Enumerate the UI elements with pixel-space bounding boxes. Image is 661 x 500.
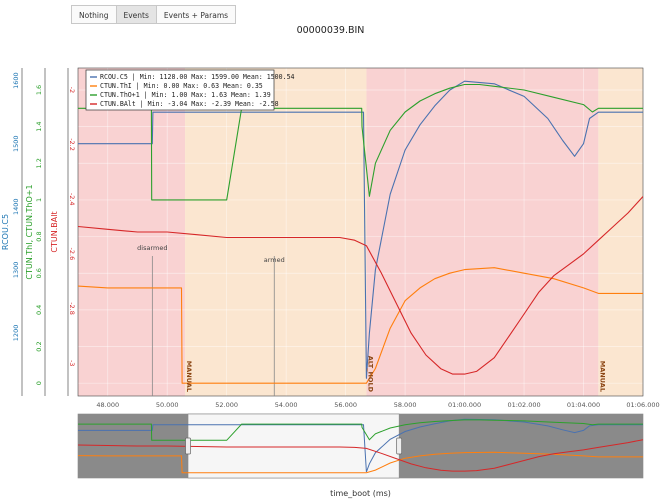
y-tick-label-rcou-4: 1600 [12, 72, 20, 89]
x-tick-label-5: 58.000 [394, 401, 417, 409]
y-tick-label-alt-3: -2.6 [68, 248, 76, 261]
y-tick-label-thr-2: 0.4 [35, 305, 43, 315]
y-tick-label-thr-5: 1 [35, 198, 43, 202]
mode-marker-0: MANUAL [185, 361, 193, 392]
y-tick-label-thr-6: 1.2 [35, 158, 43, 168]
y-tick-label-thr-4: 0.8 [35, 231, 43, 241]
legend-entry-2: CTUN.ThO+1 | Min: 1.00 Max: 1.63 Mean: 1… [100, 91, 271, 99]
y-tick-label-thr-0: 0 [35, 381, 43, 385]
y-tick-label-thr-8: 1.6 [35, 85, 43, 95]
y-axis-rcou: 1200 1300 1400 1500 1600 RCOU.C5 [1, 68, 23, 396]
legend: RCOU.C5 | Min: 1128.00 Max: 1599.00 Mean… [85, 69, 295, 111]
x-axis-title: time_boot (ms) [330, 489, 391, 498]
range-handle-right[interactable] [396, 437, 403, 455]
x-tick-label-3: 54.000 [275, 401, 298, 409]
legend-entry-3: CTUN.BAlt | Min: -3.04 Max: -2.39 Mean: … [100, 100, 279, 108]
y-tick-label-rcou-1: 1300 [12, 262, 20, 279]
y-axis-title-thr: CTUN.ThI, CTUN.ThO+1 [25, 184, 34, 279]
y-axis-title-rcou: RCOU.C5 [1, 214, 10, 250]
x-tick-label-9: 01:06.000 [626, 401, 659, 409]
event-label-1: armed [264, 256, 285, 264]
legend-entry-0: RCOU.C5 | Min: 1128.00 Max: 1599.00 Mean… [100, 73, 295, 81]
event-label-0: disarmed [137, 244, 167, 252]
y-tick-label-thr-1: 0.2 [35, 341, 43, 351]
y-tick-label-rcou-2: 1400 [12, 198, 20, 215]
y-tick-label-alt-0: -2 [68, 87, 76, 93]
legend-entry-1: CTUN.ThI | Min: 0.00 Max: 0.63 Mean: 0.3… [100, 82, 263, 90]
y-axis-title-alt: CTUN.BAlt [50, 211, 59, 252]
y-tick-label-rcou-0: 1200 [12, 325, 20, 342]
mode-marker-2: MANUAL [598, 361, 606, 392]
y-tick-label-thr-7: 1.4 [35, 121, 43, 131]
y-tick-label-alt-1: -2.2 [68, 138, 76, 151]
x-tick-label-2: 52.000 [215, 401, 238, 409]
y-axis-alt: -2 -2.2 -2.4 -2.6 -2.8 -3 CTUN.BAlt [50, 68, 76, 396]
y-tick-label-alt-2: -2.4 [68, 193, 76, 206]
x-tick-label-0: 48.000 [96, 401, 119, 409]
chart[interactable]: 48.000 50.000 52.000 54.000 56.000 58.000 01:0… [0, 0, 661, 500]
y-tick-label-thr-3: 0.6 [35, 268, 43, 278]
mode-marker-1: ALT_HOLD [366, 356, 374, 393]
y-tick-label-alt-5: -3 [68, 360, 76, 366]
x-tick-label-6: 01:00.000 [448, 401, 481, 409]
x-tick-label-1: 50.000 [156, 401, 179, 409]
y-axis-thr: 0 0.2 0.4 0.6 0.8 1 1.2 1.4 1.6 CTUN.ThI, CTUN.Th… [25, 68, 46, 396]
x-tick-label-7: 01:02.000 [507, 401, 540, 409]
x-tick-label-4: 56.000 [334, 401, 357, 409]
y-tick-label-rcou-3: 1500 [12, 135, 20, 152]
x-tick-label-8: 01:04.000 [567, 401, 600, 409]
range-handle-left[interactable] [185, 437, 191, 455]
range-selector [77, 413, 644, 479]
y-tick-label-alt-4: -2.8 [68, 302, 76, 315]
